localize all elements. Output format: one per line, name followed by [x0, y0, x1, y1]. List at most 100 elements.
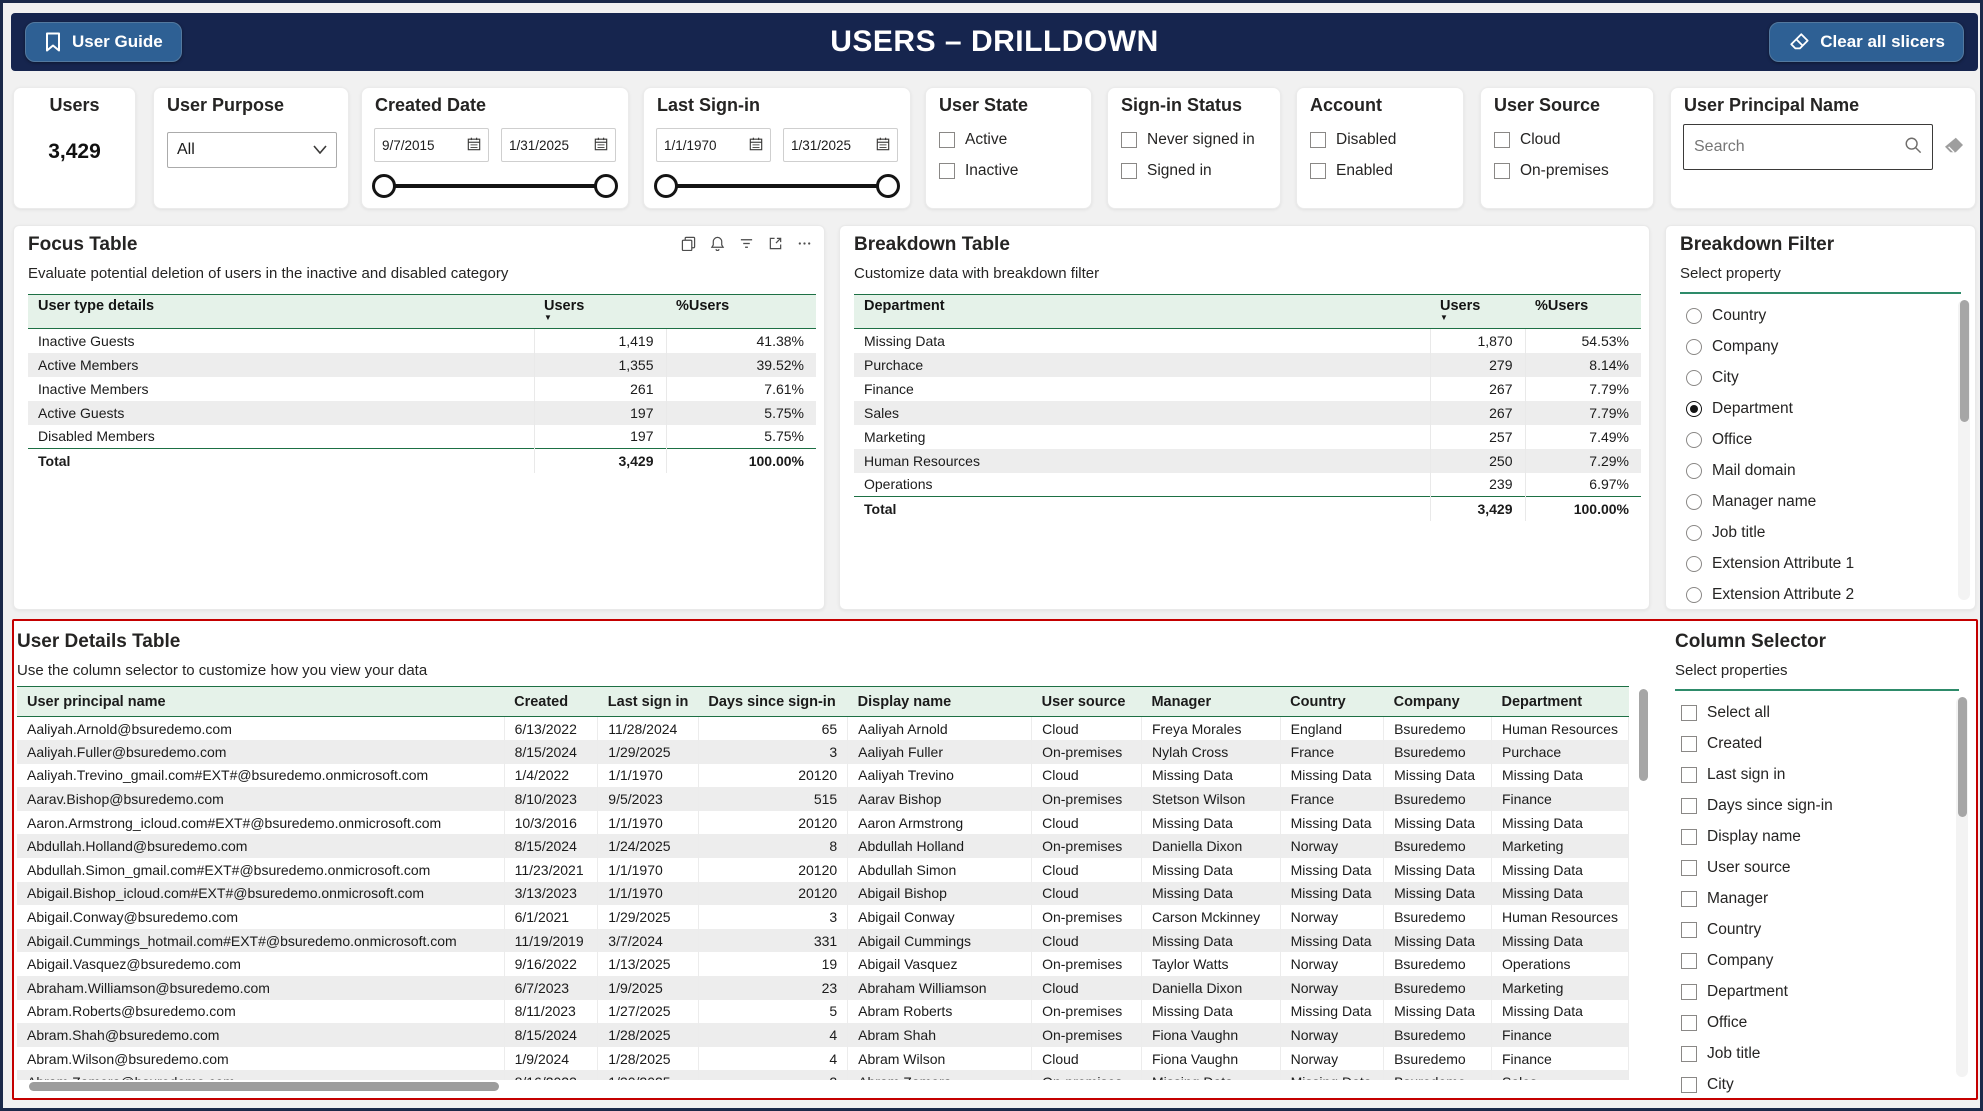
user-purpose-dropdown[interactable]: All	[167, 132, 337, 168]
search-icon[interactable]	[1904, 136, 1922, 159]
radio-icon[interactable]	[1686, 339, 1702, 355]
table-row[interactable]: Abigail.Conway@bsuredemo.com6/1/20211/29…	[17, 905, 1629, 929]
alert-icon[interactable]	[710, 236, 725, 251]
checkbox-option-enabled[interactable]: Enabled	[1310, 155, 1457, 186]
table-row[interactable]: Abraham.Williamson@bsuredemo.com6/7/2023…	[17, 976, 1629, 1000]
table-row[interactable]: Inactive Guests1,41941.38%	[28, 329, 816, 353]
table-row[interactable]: Human Resources2507.29%	[854, 449, 1641, 473]
radio-icon[interactable]	[1686, 308, 1702, 324]
checkbox-icon[interactable]	[939, 132, 955, 148]
column-header[interactable]: Company	[1384, 687, 1492, 717]
column-header[interactable]: Created	[504, 687, 598, 717]
created-date-slider-handle-start[interactable]	[372, 174, 396, 198]
checkbox-option-last-sign-in[interactable]: Last sign in	[1681, 759, 1967, 790]
scrollbar-thumb[interactable]	[1639, 689, 1648, 781]
table-row[interactable]: Inactive Members2617.61%	[28, 377, 816, 401]
radio-option-country[interactable]: Country	[1686, 300, 1969, 331]
checkbox-icon[interactable]	[1681, 705, 1697, 721]
table-row[interactable]: Abram.Zamora@bsuredemo.com8/16/20231/30/…	[17, 1070, 1629, 1080]
scrollbar-track[interactable]	[1637, 689, 1649, 809]
checkbox-icon[interactable]	[1681, 1046, 1697, 1062]
scrollbar-track[interactable]	[1956, 697, 1968, 1077]
radio-option-department[interactable]: Department	[1686, 393, 1969, 424]
filter-icon[interactable]	[739, 236, 754, 251]
checkbox-icon[interactable]	[1681, 891, 1697, 907]
table-row[interactable]: Abdullah.Simon_gmail.com#EXT#@bsuredemo.…	[17, 858, 1629, 882]
more-options-icon[interactable]	[797, 236, 812, 251]
table-row[interactable]: Sales2677.79%	[854, 401, 1641, 425]
checkbox-option-never-signed-in[interactable]: Never signed in	[1121, 124, 1274, 155]
scrollbar-thumb[interactable]	[1958, 697, 1967, 817]
clear-search-eraser-icon[interactable]	[1943, 136, 1965, 159]
checkbox-icon[interactable]	[1310, 132, 1326, 148]
copy-icon[interactable]	[681, 236, 696, 251]
last-sign-in-start-input[interactable]: 1/1/1970	[656, 128, 771, 162]
radio-option-manager-name[interactable]: Manager name	[1686, 486, 1969, 517]
last-sign-in-slider-handle-start[interactable]	[654, 174, 678, 198]
column-header[interactable]: Department	[854, 295, 1430, 329]
checkbox-option-select-all[interactable]: Select all	[1681, 697, 1967, 728]
table-row[interactable]: Aaliyah.Trevino_gmail.com#EXT#@bsuredemo…	[17, 764, 1629, 788]
checkbox-option-created[interactable]: Created	[1681, 728, 1967, 759]
table-row[interactable]: Operations2396.97%	[854, 473, 1641, 497]
radio-option-extension-attribute-1[interactable]: Extension Attribute 1	[1686, 548, 1969, 579]
clear-all-slicers-button[interactable]: Clear all slicers	[1769, 22, 1964, 62]
checkbox-icon[interactable]	[1310, 163, 1326, 179]
column-header[interactable]: Manager	[1141, 687, 1280, 717]
radio-icon[interactable]	[1686, 432, 1702, 448]
checkbox-icon[interactable]	[1494, 163, 1510, 179]
column-header[interactable]: Users▼	[1430, 295, 1525, 329]
table-row[interactable]: Disabled Members1975.75%	[28, 425, 816, 449]
radio-option-extension-attribute-2[interactable]: Extension Attribute 2	[1686, 579, 1969, 610]
checkbox-option-company[interactable]: Company	[1681, 945, 1967, 976]
table-row[interactable]: Abdullah.Holland@bsuredemo.com8/15/20241…	[17, 834, 1629, 858]
table-row[interactable]: Aarav.Bishop@bsuredemo.com8/10/20239/5/2…	[17, 787, 1629, 811]
column-header[interactable]: Days since sign-in	[698, 687, 847, 717]
checkbox-option-inactive[interactable]: Inactive	[939, 155, 1085, 186]
table-row[interactable]: Active Members1,35539.52%	[28, 353, 816, 377]
column-header[interactable]: Department	[1492, 687, 1629, 717]
checkbox-icon[interactable]	[1681, 860, 1697, 876]
checkbox-option-user-source[interactable]: User source	[1681, 852, 1967, 883]
checkbox-icon[interactable]	[1681, 829, 1697, 845]
radio-option-city[interactable]: City	[1686, 362, 1969, 393]
radio-icon[interactable]	[1686, 525, 1702, 541]
table-row[interactable]: Purchace2798.14%	[854, 353, 1641, 377]
column-header[interactable]: User principal name	[17, 687, 504, 717]
table-row[interactable]: Active Guests1975.75%	[28, 401, 816, 425]
table-row[interactable]: Aaliyah.Arnold@bsuredemo.com6/13/202211/…	[17, 717, 1629, 741]
checkbox-icon[interactable]	[1681, 922, 1697, 938]
created-date-start-input[interactable]: 9/7/2015	[374, 128, 489, 162]
radio-option-office[interactable]: Office	[1686, 424, 1969, 455]
search-input[interactable]	[1694, 138, 1904, 156]
checkbox-option-cloud[interactable]: Cloud	[1494, 124, 1647, 155]
checkbox-icon[interactable]	[1121, 163, 1137, 179]
checkbox-icon[interactable]	[1681, 736, 1697, 752]
scrollbar-thumb[interactable]	[1960, 300, 1969, 422]
checkbox-option-manager[interactable]: Manager	[1681, 883, 1967, 914]
radio-option-job-title[interactable]: Job title	[1686, 517, 1969, 548]
last-sign-in-slider-handle-end[interactable]	[876, 174, 900, 198]
table-row[interactable]: Abigail.Vasquez@bsuredemo.com9/16/20221/…	[17, 952, 1629, 976]
column-header[interactable]: User source	[1032, 687, 1142, 717]
checkbox-option-job-title[interactable]: Job title	[1681, 1038, 1967, 1069]
checkbox-option-on-premises[interactable]: On-premises	[1494, 155, 1647, 186]
radio-option-mail-domain[interactable]: Mail domain	[1686, 455, 1969, 486]
checkbox-icon[interactable]	[1681, 1015, 1697, 1031]
checkbox-option-city[interactable]: City	[1681, 1069, 1967, 1100]
created-date-end-input[interactable]: 1/31/2025	[501, 128, 616, 162]
checkbox-icon[interactable]	[1681, 984, 1697, 1000]
checkbox-icon[interactable]	[1681, 953, 1697, 969]
checkbox-icon[interactable]	[1681, 767, 1697, 783]
column-header[interactable]: Last sign in	[598, 687, 699, 717]
checkbox-icon[interactable]	[1121, 132, 1137, 148]
radio-icon[interactable]	[1686, 587, 1702, 603]
checkbox-icon[interactable]	[1681, 1077, 1697, 1093]
user-guide-button[interactable]: User Guide	[25, 22, 182, 62]
horizontal-scrollbar-thumb[interactable]	[29, 1082, 499, 1091]
radio-icon[interactable]	[1686, 370, 1702, 386]
radio-icon[interactable]	[1686, 556, 1702, 572]
column-header[interactable]: Display name	[848, 687, 1032, 717]
search-box[interactable]	[1683, 124, 1933, 170]
checkbox-option-office[interactable]: Office	[1681, 1007, 1967, 1038]
